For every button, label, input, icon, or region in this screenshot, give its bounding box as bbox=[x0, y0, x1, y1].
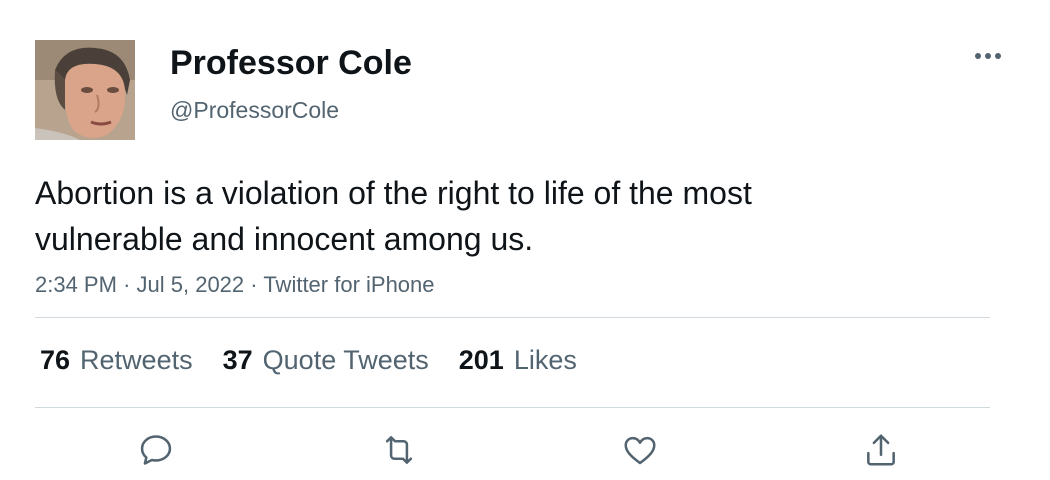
avatar[interactable] bbox=[35, 40, 135, 140]
likes-stat[interactable]: 201 Likes bbox=[459, 345, 577, 376]
avatar-photo bbox=[35, 40, 135, 140]
divider bbox=[35, 407, 990, 408]
author-display-name[interactable]: Professor Cole bbox=[170, 42, 412, 84]
like-button[interactable] bbox=[618, 428, 662, 472]
tweet-stats: 76 Retweets 37 Quote Tweets 201 Likes bbox=[40, 340, 607, 380]
quote-tweets-stat[interactable]: 37 Quote Tweets bbox=[223, 345, 429, 376]
retweets-stat[interactable]: 76 Retweets bbox=[40, 345, 193, 376]
meta-separator: · bbox=[250, 272, 264, 297]
heart-icon bbox=[624, 436, 656, 465]
tweet-time[interactable]: 2:34 PM bbox=[35, 272, 117, 297]
tweet-date[interactable]: Jul 5, 2022 bbox=[137, 272, 245, 297]
more-options-button[interactable] bbox=[968, 40, 1008, 72]
tweet-metadata: 2:34 PM · Jul 5, 2022 · Twitter for iPho… bbox=[35, 270, 435, 300]
tweet-source[interactable]: Twitter for iPhone bbox=[263, 272, 434, 297]
meta-separator: · bbox=[123, 272, 137, 297]
retweets-label: Retweets bbox=[80, 344, 193, 375]
reply-icon bbox=[140, 435, 172, 465]
likes-label: Likes bbox=[513, 344, 577, 375]
more-horizontal-icon bbox=[975, 53, 1001, 59]
author-handle[interactable]: @ProfessorCole bbox=[170, 96, 339, 124]
likes-count: 201 bbox=[458, 344, 504, 375]
share-icon bbox=[867, 434, 895, 466]
retweet-icon bbox=[385, 436, 413, 464]
tweet-text: Abortion is a violation of the right to … bbox=[35, 175, 752, 257]
divider bbox=[35, 317, 990, 318]
retweet-button[interactable] bbox=[377, 428, 421, 472]
quote-tweets-label: Quote Tweets bbox=[262, 344, 429, 375]
quote-tweets-count: 37 bbox=[222, 344, 253, 375]
retweets-count: 76 bbox=[40, 344, 71, 375]
reply-button[interactable] bbox=[134, 428, 178, 472]
share-button[interactable] bbox=[859, 428, 903, 472]
